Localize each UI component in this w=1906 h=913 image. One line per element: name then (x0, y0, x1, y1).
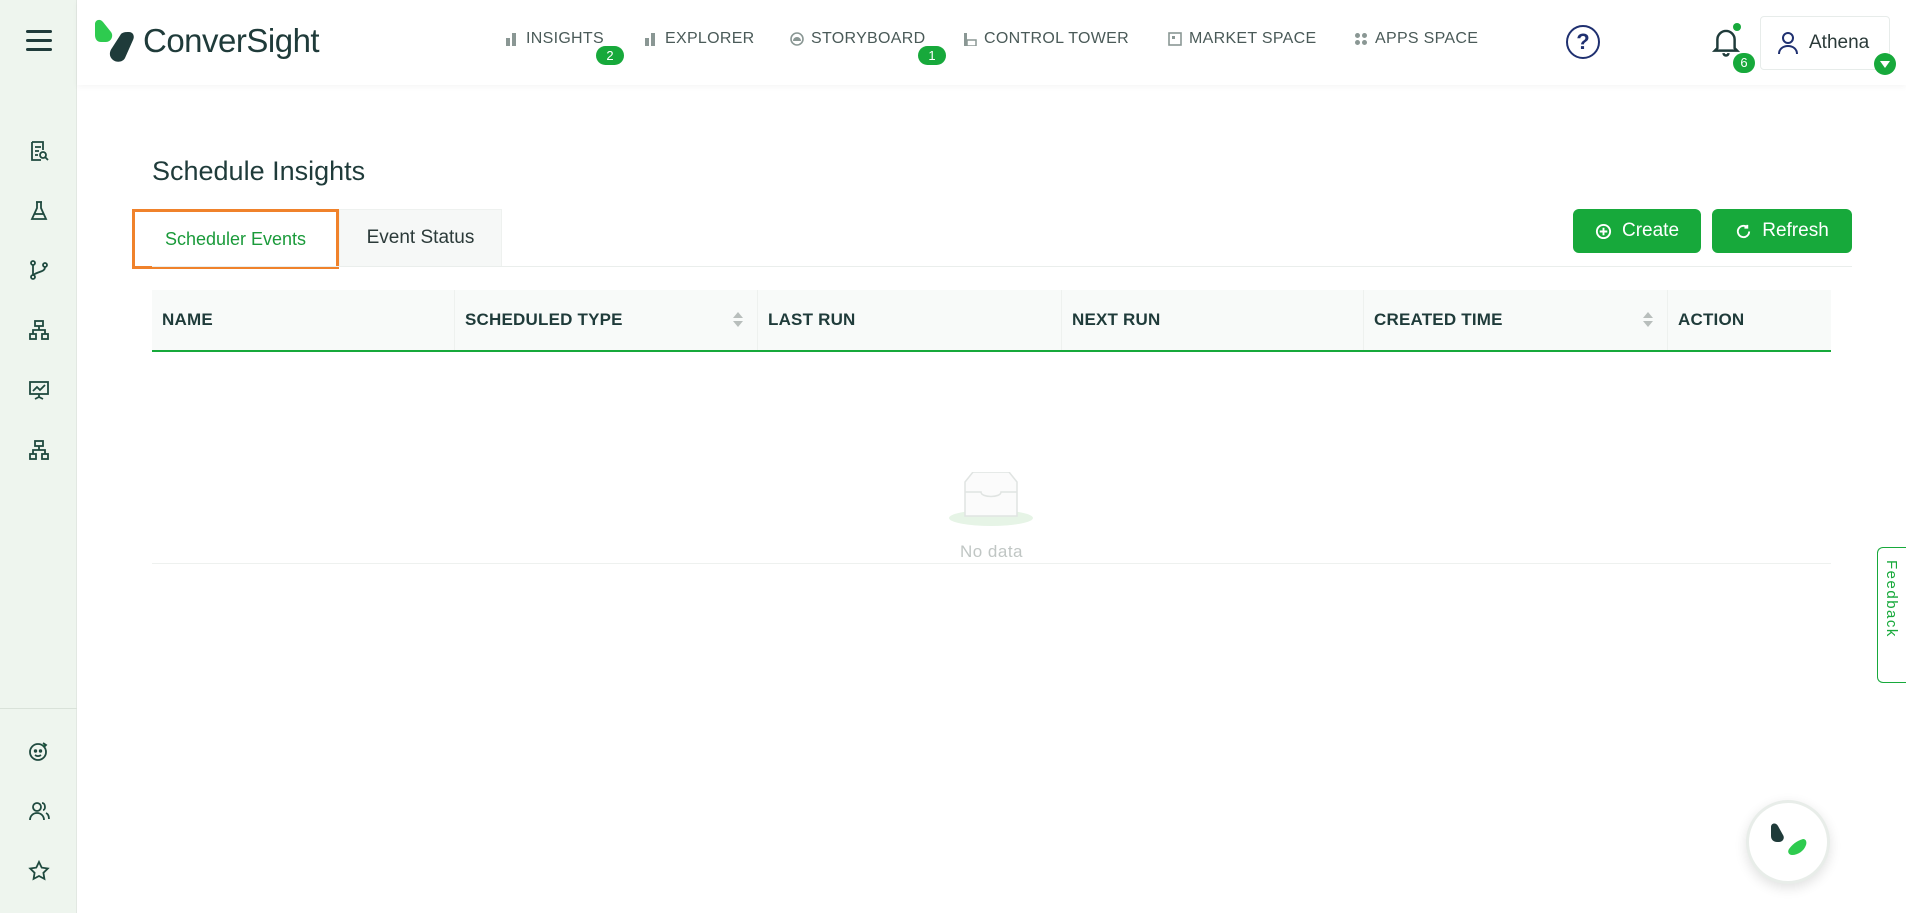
hierarchy-icon[interactable] (24, 315, 54, 345)
refresh-icon (1737, 224, 1751, 238)
star-icon[interactable] (24, 856, 54, 886)
table-empty-state: No data (152, 352, 1831, 564)
chatbot-launcher-button[interactable] (1746, 800, 1830, 884)
nav-control-tower[interactable]: CONTROL TOWER (963, 30, 1129, 48)
market-icon (1168, 32, 1182, 46)
nav-storyboard[interactable]: STORYBOARD (790, 30, 925, 48)
report-search-icon[interactable] (24, 136, 54, 166)
left-sidebar (0, 0, 77, 913)
apps-grid-icon (1355, 33, 1367, 45)
bar-chart-icon (645, 33, 655, 46)
column-label: NEXT RUN (1072, 310, 1161, 329)
user-name: Athena (1809, 32, 1870, 53)
plus-circle-icon (1595, 223, 1612, 239)
create-button-label: Create (1621, 220, 1680, 241)
logo-mark-icon (91, 18, 137, 64)
flask-icon[interactable] (24, 196, 54, 226)
logo-text: ConverSight (143, 22, 320, 59)
feedback-tab[interactable]: Feedback (1877, 547, 1906, 683)
nav-market-space-label: MARKET SPACE (1189, 30, 1317, 47)
nav-storyboard-label: STORYBOARD (811, 30, 926, 47)
tab-event-status[interactable]: Event Status (339, 209, 502, 267)
presentation-chart-icon[interactable] (24, 375, 54, 405)
hierarchy-icon[interactable] (24, 435, 54, 465)
nav-apps-space[interactable]: APPS SPACE (1354, 30, 1478, 48)
users-icon[interactable] (24, 796, 54, 826)
help-icon[interactable]: ? (1566, 25, 1600, 59)
column-header-created-time[interactable]: CREATED TIME (1364, 290, 1668, 350)
user-menu[interactable]: Athena (1760, 16, 1890, 70)
refresh-button-label: Refresh (1762, 220, 1829, 241)
feedback-label: Feedback (1883, 560, 1900, 638)
column-label: NAME (162, 310, 213, 329)
page-title: Schedule Insights (152, 156, 366, 186)
menu-icon[interactable] (26, 30, 52, 54)
nav-insights-label: INSIGHTS (526, 30, 604, 47)
branch-icon[interactable] (24, 255, 54, 285)
column-label: CREATED TIME (1374, 310, 1503, 329)
user-icon (1778, 32, 1798, 55)
table-header: NAME SCHEDULED TYPE LAST RUN NEXT RUN CR… (152, 290, 1831, 352)
create-button[interactable]: Create (1573, 209, 1701, 253)
nav-storyboard-badge: 1 (918, 46, 946, 65)
column-header-name: NAME (152, 290, 455, 350)
column-label: LAST RUN (768, 310, 856, 329)
column-label: ACTION (1678, 310, 1745, 329)
nav-market-space[interactable]: MARKET SPACE (1168, 30, 1316, 48)
nav-explorer-label: EXPLORER (665, 30, 755, 47)
refresh-button[interactable]: Refresh (1712, 209, 1852, 253)
tabs: Scheduler Events Event Status (132, 209, 502, 269)
column-label: SCHEDULED TYPE (465, 310, 623, 329)
nav-insights-badge: 2 (596, 46, 624, 65)
nav-explorer[interactable]: EXPLORER (644, 30, 755, 48)
column-header-next-run: NEXT RUN (1062, 290, 1364, 350)
column-header-scheduled-type[interactable]: SCHEDULED TYPE (455, 290, 758, 350)
tabs-divider (152, 266, 1852, 267)
nav-insights[interactable]: INSIGHTS (505, 30, 604, 48)
conversight-logo[interactable]: ConverSight (91, 18, 320, 64)
notification-count-badge: 6 (1733, 53, 1755, 73)
column-header-last-run: LAST RUN (758, 290, 1062, 350)
sort-icon[interactable] (733, 312, 743, 330)
nav-apps-space-label: APPS SPACE (1375, 30, 1479, 47)
scheduler-events-table: NAME SCHEDULED TYPE LAST RUN NEXT RUN CR… (152, 290, 1831, 564)
tower-icon (964, 33, 977, 46)
dashboard-icon (790, 32, 804, 46)
empty-inbox-icon (949, 472, 1033, 526)
column-header-action: ACTION (1668, 290, 1831, 350)
sort-icon[interactable] (1643, 312, 1653, 330)
top-navigation-bar: ConverSight INSIGHTS 2 EXPLORER STORYBOA… (77, 0, 1906, 85)
empty-state-text: No data (959, 542, 1024, 561)
bar-chart-icon (506, 33, 516, 46)
nav-control-tower-label: CONTROL TOWER (984, 30, 1129, 47)
tab-scheduler-events[interactable]: Scheduler Events (132, 209, 339, 269)
sidebar-divider (0, 708, 77, 709)
notification-dot (1733, 23, 1741, 31)
chat-assistant-icon (1771, 823, 1807, 855)
user-dropdown-caret-icon[interactable] (1874, 53, 1896, 75)
bot-icon[interactable] (24, 736, 54, 766)
